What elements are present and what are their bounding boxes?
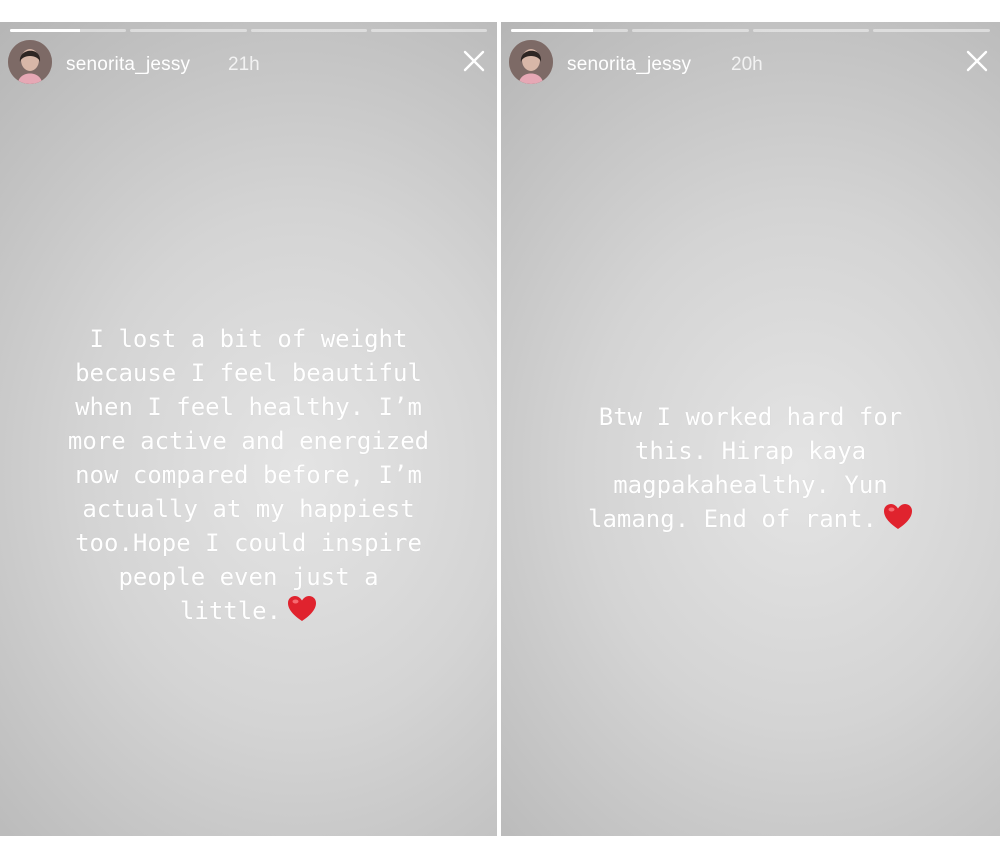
- story-timestamp: 20h: [731, 54, 763, 75]
- close-icon[interactable]: [964, 48, 990, 74]
- story-timestamp: 21h: [228, 54, 260, 75]
- progress-segment: [631, 29, 749, 32]
- story-text: Btw I worked hard for this. Hirap kaya m…: [501, 400, 1000, 540]
- story-progress-bars: [511, 29, 990, 32]
- avatar[interactable]: [509, 40, 553, 84]
- username[interactable]: senorita_jessy: [567, 54, 691, 76]
- story-viewer-right[interactable]: senorita_jessy 20h Btw I worked hard for…: [501, 22, 1000, 836]
- avatar[interactable]: [8, 40, 52, 84]
- close-icon[interactable]: [461, 48, 487, 74]
- progress-segment: [370, 29, 487, 32]
- progress-segment: [130, 29, 247, 32]
- story-progress-bars: [10, 29, 487, 32]
- heart-icon: [883, 503, 913, 540]
- story-header: senorita_jessy 20h: [509, 40, 992, 88]
- progress-segment: [10, 29, 127, 32]
- story-text-content: I lost a bit of weight because I feel be…: [67, 325, 430, 625]
- story-text-content: Btw I worked hard for this. Hirap kaya m…: [588, 403, 903, 533]
- story-viewer-left[interactable]: senorita_jessy 21h I lost a bit of weigh…: [0, 22, 497, 836]
- progress-segment: [873, 29, 990, 32]
- progress-segment: [511, 29, 628, 32]
- story-text: I lost a bit of weight because I feel be…: [0, 322, 497, 632]
- story-header: senorita_jessy 21h: [8, 40, 489, 88]
- progress-segment: [250, 29, 367, 32]
- heart-icon: [287, 595, 317, 632]
- username[interactable]: senorita_jessy: [66, 54, 190, 76]
- progress-segment: [752, 29, 870, 32]
